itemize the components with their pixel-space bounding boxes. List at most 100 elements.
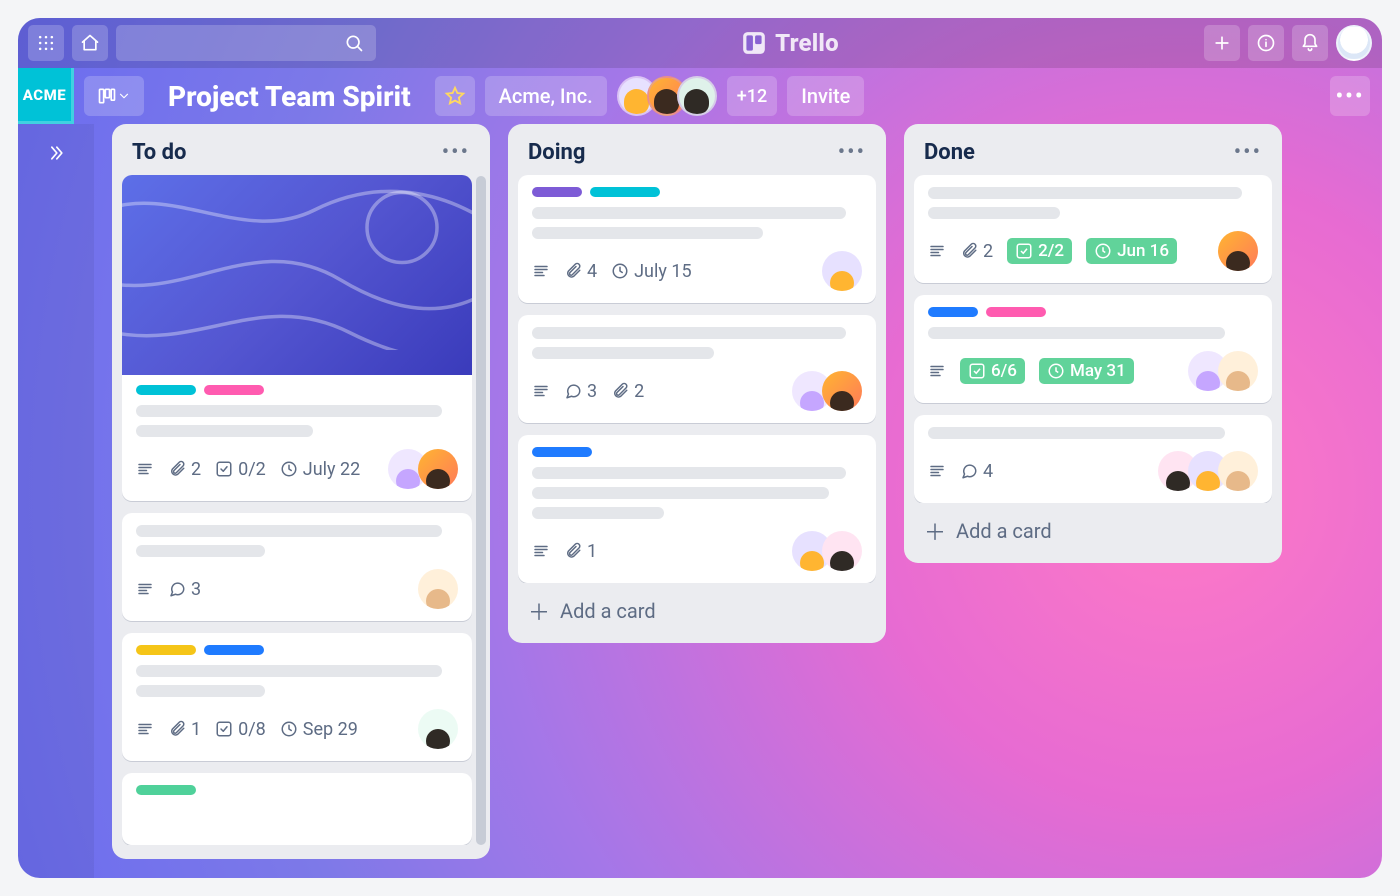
expand-sidebar-button[interactable] bbox=[39, 136, 73, 170]
card-label bbox=[590, 187, 660, 197]
card-member-avatar[interactable] bbox=[822, 251, 862, 291]
top-navbar: Trello bbox=[18, 18, 1382, 68]
list-title[interactable]: To do bbox=[132, 140, 186, 165]
card[interactable]: 4 bbox=[914, 415, 1272, 503]
ellipsis-icon: ••• bbox=[1335, 84, 1364, 109]
due-date-badge: July 15 bbox=[611, 261, 691, 282]
invite-button[interactable]: Invite bbox=[787, 76, 864, 116]
create-button[interactable] bbox=[1204, 25, 1240, 61]
info-button[interactable] bbox=[1248, 25, 1284, 61]
workspace-badge[interactable]: ACME bbox=[18, 68, 74, 124]
info-icon bbox=[1256, 33, 1276, 53]
comment-icon bbox=[168, 580, 186, 598]
apps-menu-button[interactable] bbox=[28, 25, 64, 61]
description-badge bbox=[532, 262, 550, 280]
card[interactable]: 2 2/2 Jun 16 bbox=[914, 175, 1272, 283]
due-date-badge: May 31 bbox=[1039, 358, 1134, 384]
home-button[interactable] bbox=[72, 25, 108, 61]
star-icon bbox=[444, 85, 466, 107]
attachments-badge: 1 bbox=[564, 541, 597, 562]
list-doing: Doing ••• 4 July 15 bbox=[508, 124, 886, 643]
card-member-avatar[interactable] bbox=[822, 531, 862, 571]
extra-members-count[interactable]: +12 bbox=[727, 76, 777, 116]
board-members[interactable] bbox=[617, 76, 717, 116]
attachments-badge: 1 bbox=[168, 719, 201, 740]
board-view-switcher[interactable] bbox=[84, 76, 144, 116]
plus-icon bbox=[1212, 33, 1232, 53]
chevron-down-icon bbox=[117, 86, 131, 106]
attachment-icon bbox=[168, 460, 186, 478]
list-menu-button[interactable]: ••• bbox=[1234, 140, 1262, 165]
description-badge bbox=[532, 542, 550, 560]
card-label bbox=[928, 307, 978, 317]
card-label bbox=[204, 645, 264, 655]
card[interactable] bbox=[122, 773, 472, 845]
card[interactable]: 1 bbox=[518, 435, 876, 583]
card-member-avatar[interactable] bbox=[418, 449, 458, 489]
checklist-badge: 2/2 bbox=[1007, 238, 1072, 264]
list-todo: To do ••• bbox=[112, 124, 490, 859]
attachments-badge: 4 bbox=[564, 261, 597, 282]
account-avatar[interactable] bbox=[1336, 25, 1372, 61]
card-member-avatar[interactable] bbox=[1218, 351, 1258, 391]
bell-icon bbox=[1300, 33, 1320, 53]
card-member-avatar[interactable] bbox=[1218, 231, 1258, 271]
brand: Trello bbox=[384, 29, 1196, 57]
card-member-avatar[interactable] bbox=[418, 569, 458, 609]
card[interactable]: 2 0/2 July 22 bbox=[122, 175, 472, 501]
due-date-badge: July 22 bbox=[280, 459, 360, 480]
card-member-avatar[interactable] bbox=[1218, 451, 1258, 491]
add-card-button[interactable]: ＋Add a card bbox=[914, 503, 1272, 549]
plus-icon: ＋ bbox=[924, 515, 946, 547]
brand-name: Trello bbox=[775, 29, 839, 57]
workspace-link[interactable]: Acme, Inc. bbox=[485, 76, 607, 116]
add-card-button[interactable]: ＋ Add a card bbox=[518, 583, 876, 629]
description-icon bbox=[136, 460, 154, 478]
checklist-badge: 0/8 bbox=[215, 719, 266, 740]
trello-logo-icon bbox=[741, 30, 767, 56]
description-badge bbox=[136, 460, 154, 478]
card-cover bbox=[122, 175, 472, 375]
sidebar-collapsed bbox=[18, 124, 94, 878]
list-menu-button[interactable]: ••• bbox=[442, 140, 470, 165]
description-badge bbox=[928, 242, 946, 260]
description-badge bbox=[532, 382, 550, 400]
due-date-badge: Sep 29 bbox=[280, 719, 358, 740]
search-icon bbox=[344, 33, 364, 53]
list-done: Done ••• 2 2/2 Jun 16 bbox=[904, 124, 1282, 563]
card[interactable]: 1 0/8 Sep 29 bbox=[122, 633, 472, 761]
card[interactable]: 6/6 May 31 bbox=[914, 295, 1272, 403]
card-member-avatar[interactable] bbox=[822, 371, 862, 411]
chevron-double-right-icon bbox=[46, 143, 66, 163]
card[interactable]: 3 2 bbox=[518, 315, 876, 423]
attachments-badge: 2 bbox=[611, 381, 644, 402]
board-menu-button[interactable]: ••• bbox=[1330, 76, 1370, 116]
plus-icon: ＋ bbox=[528, 595, 550, 627]
board-lists: To do ••• bbox=[94, 124, 1382, 878]
member-avatar[interactable] bbox=[677, 76, 717, 116]
search-input[interactable] bbox=[116, 25, 376, 61]
board-icon bbox=[97, 86, 117, 106]
list-title[interactable]: Doing bbox=[528, 140, 585, 165]
add-card-label: Add a card bbox=[560, 599, 656, 623]
card-label bbox=[136, 645, 196, 655]
list-title[interactable]: Done bbox=[924, 140, 975, 165]
card[interactable]: 3 bbox=[122, 513, 472, 621]
board-title[interactable]: Project Team Spirit bbox=[154, 76, 425, 116]
grid-icon bbox=[36, 33, 56, 53]
list-menu-button[interactable]: ••• bbox=[838, 140, 866, 165]
card-label bbox=[986, 307, 1046, 317]
notifications-button[interactable] bbox=[1292, 25, 1328, 61]
card[interactable]: 4 July 15 bbox=[518, 175, 876, 303]
card-member-avatar[interactable] bbox=[418, 709, 458, 749]
attachments-badge: 2 bbox=[168, 459, 201, 480]
card-label bbox=[204, 385, 264, 395]
star-board-button[interactable] bbox=[435, 76, 475, 116]
home-icon bbox=[80, 33, 100, 53]
comments-badge: 3 bbox=[168, 579, 201, 600]
attachments-badge: 2 bbox=[960, 241, 993, 262]
comments-badge: 3 bbox=[564, 381, 597, 402]
checklist-badge: 0/2 bbox=[215, 459, 266, 480]
checklist-badge: 6/6 bbox=[960, 358, 1025, 384]
description-badge bbox=[136, 580, 154, 598]
